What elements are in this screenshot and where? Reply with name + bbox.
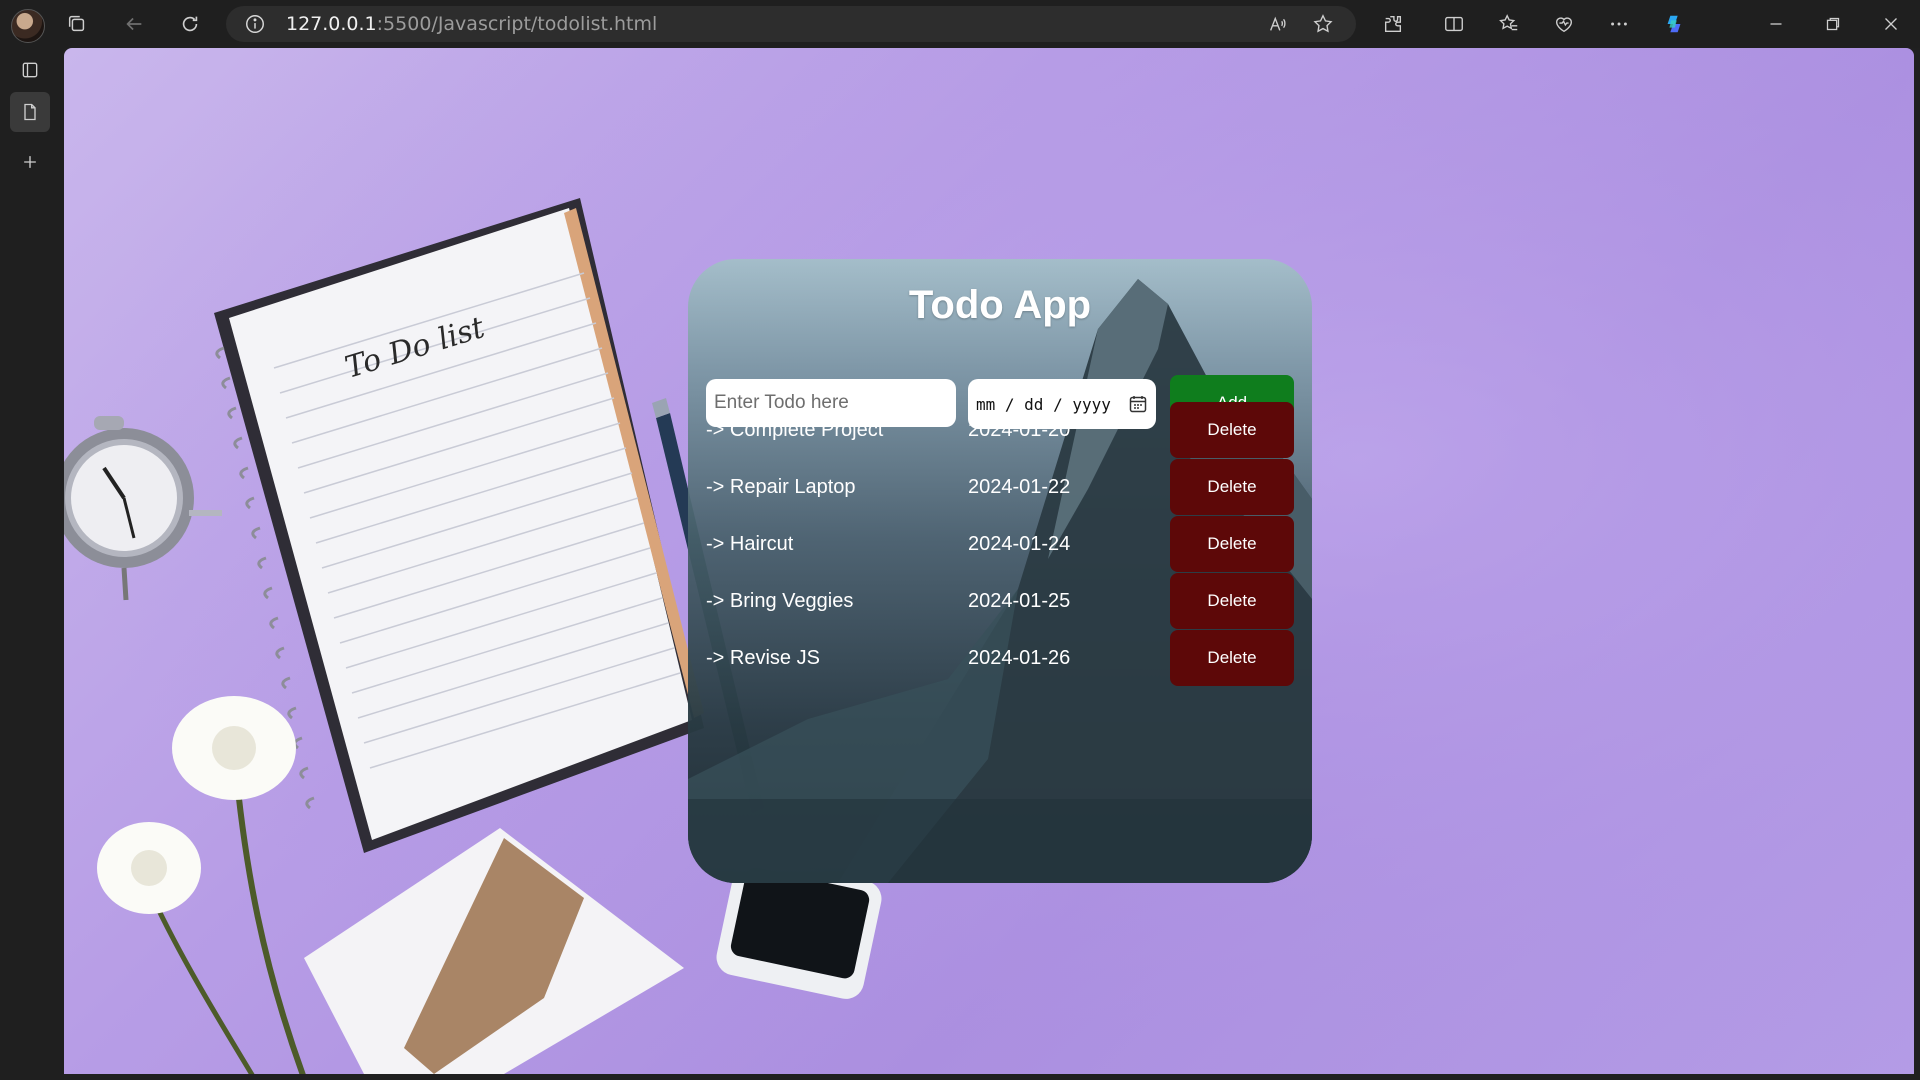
todo-name: -> Complete Project <box>706 419 884 441</box>
restore-icon[interactable] <box>1811 0 1855 48</box>
todo-date: 2024-01-25 <box>968 590 1071 612</box>
page-viewport: To Do list Todo App Enter Todo here mm /… <box>64 48 1914 1074</box>
date-placeholder: mm / dd / yyyy <box>976 394 1111 414</box>
calendar-icon[interactable] <box>1128 394 1148 414</box>
delete-todo-button[interactable]: Delete <box>1170 459 1294 515</box>
todo-date: 2024-01-26 <box>968 647 1071 669</box>
browser-essentials-icon[interactable] <box>1542 0 1586 48</box>
app-title: Todo App <box>908 283 1092 327</box>
minimize-icon[interactable] <box>1754 0 1798 48</box>
close-icon[interactable] <box>1869 0 1913 48</box>
copilot-icon[interactable] <box>1652 0 1696 48</box>
extensions-icon[interactable] <box>1371 0 1415 48</box>
todo-date: 2024-01-22 <box>968 476 1071 498</box>
todo-name: -> Repair Laptop <box>706 476 856 498</box>
todo-name: -> Haircut <box>706 533 794 555</box>
read-aloud-icon[interactable] <box>1256 0 1300 48</box>
site-info-icon[interactable] <box>244 13 266 35</box>
tab-actions-icon[interactable] <box>10 50 50 90</box>
new-tab-icon[interactable] <box>10 142 50 182</box>
delete-todo-button[interactable]: Delete <box>1170 630 1294 686</box>
current-tab-page-icon[interactable] <box>10 92 50 132</box>
todo-name: -> Bring Veggies <box>706 590 854 612</box>
browser-titlebar: 127.0.0.1:5500/Javascript/todolist.html <box>0 0 1920 48</box>
back-icon[interactable] <box>112 0 156 48</box>
delete-todo-button[interactable]: Delete <box>1170 573 1294 629</box>
todo-app-card: Todo App mm / dd / yyyy Add -> Complete … <box>688 259 1312 883</box>
delete-todo-button[interactable]: Delete <box>1170 402 1294 458</box>
todo-name: -> Revise JS <box>706 647 820 669</box>
vertical-tabs-sidebar <box>0 48 64 1080</box>
favorite-star-icon[interactable] <box>1301 0 1345 48</box>
profile-avatar[interactable] <box>11 9 45 43</box>
more-options-icon[interactable] <box>1597 0 1641 48</box>
todo-date: 2024-01-20 <box>968 419 1071 441</box>
delete-todo-button[interactable]: Delete <box>1170 516 1294 572</box>
todo-date: 2024-01-24 <box>968 533 1071 555</box>
split-screen-icon[interactable] <box>1432 0 1476 48</box>
workspaces-icon[interactable] <box>55 0 99 48</box>
favorites-icon[interactable] <box>1487 0 1531 48</box>
refresh-icon[interactable] <box>168 0 212 48</box>
url-text[interactable]: 127.0.0.1:5500/Javascript/todolist.html <box>286 6 657 42</box>
address-bar[interactable]: 127.0.0.1:5500/Javascript/todolist.html <box>226 6 1356 42</box>
